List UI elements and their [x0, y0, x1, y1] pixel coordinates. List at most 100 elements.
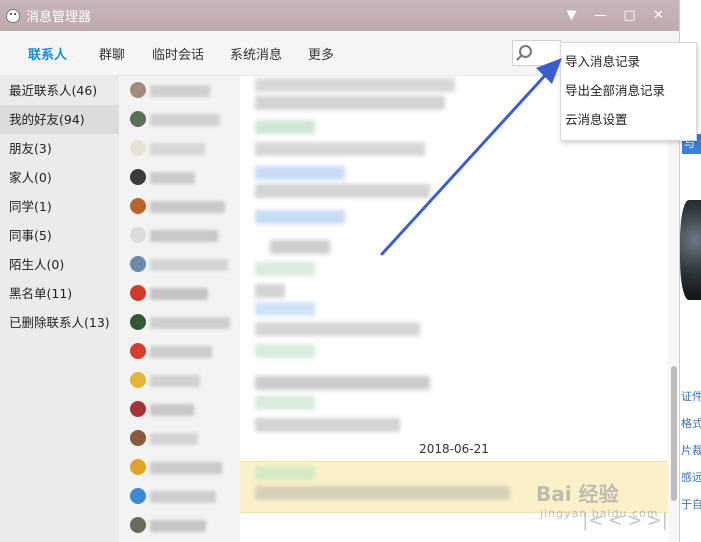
background-link[interactable]: 于自: [681, 491, 701, 518]
group-strangers[interactable]: 陌生人(0): [0, 250, 119, 279]
blurred-message: [255, 120, 315, 134]
avatar: [130, 343, 146, 359]
avatar: [130, 227, 146, 243]
title-bar[interactable]: 消息管理器 ▼ — □ ✕: [0, 0, 679, 31]
group-deleted[interactable]: 已删除联系人(13): [0, 308, 119, 337]
blurred-name: [150, 346, 212, 358]
search-box[interactable]: [512, 40, 562, 66]
avatar: [130, 140, 146, 156]
tab-group-chat[interactable]: 群聊: [99, 44, 125, 63]
background-link[interactable]: 格式: [681, 410, 701, 437]
blurred-message: [255, 486, 510, 500]
blurred-message: [255, 418, 400, 432]
group-blacklist[interactable]: 黑名单(11): [0, 279, 119, 308]
blurred-name: [150, 520, 206, 532]
blurred-name: [150, 317, 230, 329]
contact-item[interactable]: [119, 308, 240, 337]
message-area: 2018-06-21 |< < > >|: [240, 76, 668, 542]
avatar: [130, 401, 146, 417]
contact-item[interactable]: [119, 134, 240, 163]
avatar: [130, 372, 146, 388]
contact-item[interactable]: [119, 279, 240, 308]
watermark-text: Bai 经验: [536, 482, 619, 506]
tab-temp-session[interactable]: 临时会话: [152, 44, 204, 63]
search-input[interactable]: [537, 43, 559, 63]
blurred-message: [255, 344, 315, 358]
tab-system-message[interactable]: 系统消息: [230, 44, 282, 63]
contact-item[interactable]: [119, 482, 240, 511]
group-classmates[interactable]: 同学(1): [0, 192, 119, 221]
avatar: [130, 256, 146, 272]
tab-contacts[interactable]: 联系人: [28, 44, 67, 63]
contact-item[interactable]: [119, 337, 240, 366]
contact-item[interactable]: [119, 453, 240, 482]
avatar: [130, 314, 146, 330]
more-menu: 导入消息记录 导出全部消息记录 云消息设置: [560, 42, 697, 141]
blurred-message: [255, 322, 420, 336]
menu-cloud-settings[interactable]: 云消息设置: [561, 105, 696, 134]
tab-more[interactable]: 更多: [308, 44, 334, 63]
blurred-name: [150, 172, 195, 184]
contact-item[interactable]: [119, 76, 240, 105]
group-recent[interactable]: 最近联系人(46): [0, 76, 119, 105]
blurred-name: [150, 230, 218, 242]
blurred-name: [150, 259, 228, 271]
blurred-name: [150, 433, 198, 445]
window-title: 消息管理器: [26, 10, 92, 25]
group-my-friends[interactable]: 我的好友(94): [0, 105, 119, 134]
background-link[interactable]: 感远: [681, 464, 701, 491]
penguin-icon: [6, 8, 20, 23]
avatar: [130, 285, 146, 301]
avatar: [130, 517, 146, 533]
watermark: Bai 经验 jingyan.baidu.com: [536, 478, 659, 520]
blurred-message: [255, 302, 315, 316]
contact-item[interactable]: [119, 105, 240, 134]
contact-item[interactable]: [119, 163, 240, 192]
blurred-message: [255, 466, 315, 480]
close-button[interactable]: ✕: [644, 0, 673, 31]
blurred-name: [150, 491, 216, 503]
blurred-message: [255, 396, 315, 410]
avatar: [130, 111, 146, 127]
blurred-message: [255, 262, 315, 276]
background-link[interactable]: 片裁: [681, 437, 701, 464]
group-friends[interactable]: 朋友(3): [0, 134, 119, 163]
contact-item[interactable]: [119, 250, 240, 279]
contact-item[interactable]: [119, 424, 240, 453]
blurred-message: [255, 284, 285, 298]
avatar: [130, 82, 146, 98]
watermark-sub: jingyan.baidu.com: [540, 507, 659, 520]
contact-list: [119, 76, 240, 542]
blurred-name: [150, 288, 208, 300]
contact-item[interactable]: [119, 366, 240, 395]
minimize-button[interactable]: —: [586, 0, 615, 31]
search-icon: [519, 45, 532, 58]
blurred-message: [255, 376, 430, 390]
blurred-message: [255, 210, 345, 224]
scroll-thumb[interactable]: [671, 366, 677, 501]
contact-item[interactable]: [119, 511, 240, 540]
blurred-message: [255, 96, 445, 110]
contact-item[interactable]: [119, 221, 240, 250]
avatar: [130, 198, 146, 214]
date-separator: 2018-06-21: [419, 442, 489, 456]
scrollbar[interactable]: [668, 76, 679, 542]
group-colleagues[interactable]: 同事(5): [0, 221, 119, 250]
group-family[interactable]: 家人(0): [0, 163, 119, 192]
window-controls: ▼ — □ ✕: [557, 0, 673, 31]
background-image: [680, 200, 701, 300]
background-side-links: 证件 格式 片裁 感远 于自: [681, 383, 701, 518]
menu-export-all-records[interactable]: 导出全部消息记录: [561, 76, 696, 105]
avatar: [130, 430, 146, 446]
dropdown-arrow-icon[interactable]: ▼: [557, 0, 586, 31]
contact-item[interactable]: [119, 395, 240, 424]
blurred-name: [150, 404, 194, 416]
avatar: [130, 169, 146, 185]
blurred-name: [150, 143, 205, 155]
background-link[interactable]: 证件: [681, 383, 701, 410]
blurred-name: [150, 201, 225, 213]
blurred-name: [150, 375, 200, 387]
menu-import-records[interactable]: 导入消息记录: [561, 47, 696, 76]
contact-item[interactable]: [119, 192, 240, 221]
maximize-button[interactable]: □: [615, 0, 644, 31]
